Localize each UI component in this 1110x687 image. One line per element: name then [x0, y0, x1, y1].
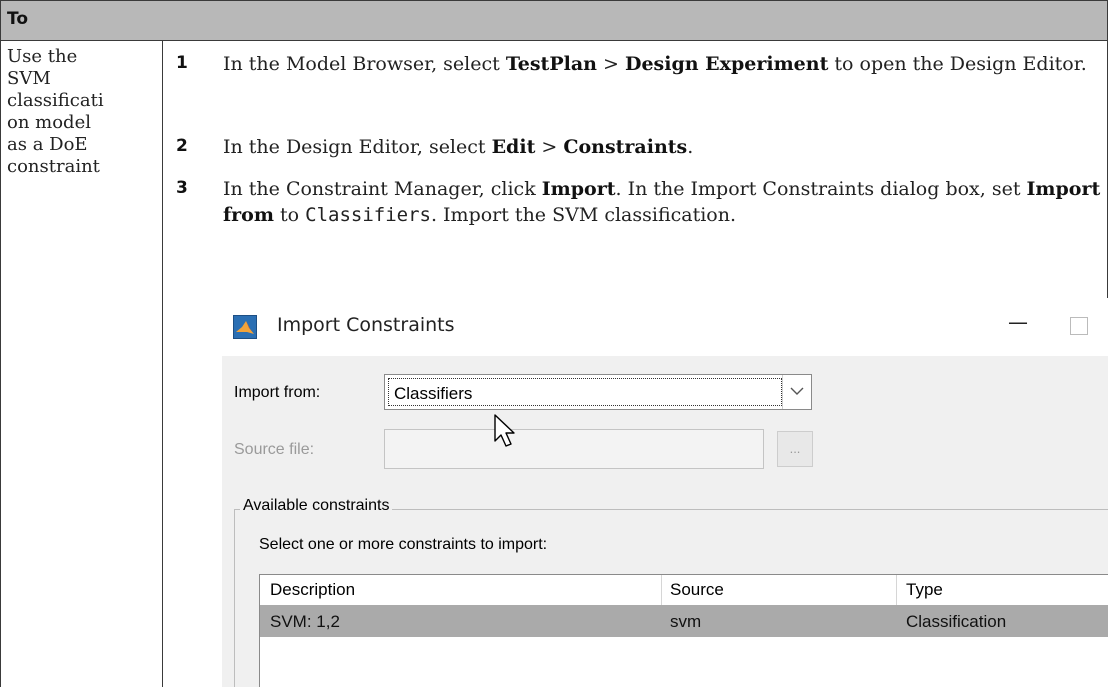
source-file-input[interactable] — [384, 429, 764, 469]
task-line: classificati — [7, 90, 104, 111]
step-text: In the Constraint Manager, click Import.… — [223, 176, 1103, 228]
table-row[interactable]: SVM: 1,2 svm Classification — [260, 605, 1108, 637]
step-text-part: to open the Design Editor. — [828, 53, 1087, 75]
column-separator — [661, 575, 662, 605]
step-number: 1 — [176, 53, 188, 73]
ui-path-constraints: Constraints — [563, 136, 688, 158]
column-header-source[interactable]: Source — [670, 580, 724, 600]
import-from-dropdown[interactable]: Classifiers — [384, 374, 812, 410]
table-header-to: To — [7, 9, 29, 29]
task-cell: Use the SVM classificati on model as a D… — [7, 46, 157, 178]
import-from-value-box[interactable]: Classifiers — [388, 378, 782, 406]
step-number: 2 — [176, 136, 188, 156]
dialog-titlebar: Import Constraints — — [222, 298, 1108, 356]
import-from-value: Classifiers — [394, 384, 473, 403]
minimize-button[interactable]: — — [1008, 310, 1028, 334]
import-from-label: Import from: — [234, 384, 321, 401]
maximize-button[interactable] — [1070, 317, 1088, 335]
ui-path-import: Import — [541, 178, 616, 200]
table-header-row: To — [1, 1, 1107, 41]
column-divider — [162, 41, 163, 687]
group-title: Available constraints — [240, 497, 393, 515]
dropdown-button[interactable] — [782, 375, 811, 409]
step-text: In the Model Browser, select TestPlan > … — [223, 51, 1103, 77]
cell-description: SVM: 1,2 — [270, 612, 340, 631]
step-text-part: In the Design Editor, select — [223, 136, 492, 158]
ui-path-design-experiment: Design Experiment — [624, 53, 829, 75]
ui-path-edit: Edit — [491, 136, 536, 158]
step-text-part: In the Constraint Manager, click — [223, 178, 542, 200]
dialog-title: Import Constraints — [277, 314, 455, 336]
constraints-list[interactable]: Description Source Type SVM: 1,2 svm Cla… — [259, 574, 1108, 687]
source-file-label: Source file: — [234, 441, 315, 458]
browse-button[interactable]: ... — [777, 431, 813, 467]
ui-path-testplan: TestPlan — [505, 53, 597, 75]
step-text-part: to — [273, 204, 306, 226]
task-line: SVM — [7, 68, 51, 89]
step-number: 3 — [176, 178, 188, 198]
step-text-part: . Import the SVM classification. — [430, 204, 737, 226]
instructions-text: Select one or more constraints to import… — [259, 536, 548, 553]
cell-type: Classification — [906, 612, 1007, 631]
task-line: Use the — [7, 46, 78, 67]
column-separator — [896, 575, 897, 605]
list-header: Description Source Type — [260, 575, 1108, 606]
column-header-type[interactable]: Type — [906, 580, 943, 600]
step-text-part: > — [535, 136, 564, 158]
step-text-part: . — [687, 136, 694, 158]
cell-source: svm — [670, 612, 702, 631]
column-header-description[interactable]: Description — [270, 580, 355, 600]
step-text-part: . In the Import Constraints dialog box, … — [615, 178, 1027, 200]
matlab-icon — [233, 315, 257, 339]
task-line: as a DoE — [7, 134, 88, 155]
import-constraints-dialog: Import Constraints — Import from: Classi… — [222, 298, 1108, 687]
chevron-down-icon — [790, 387, 804, 395]
step-text-part: > — [596, 53, 625, 75]
step-text: In the Design Editor, select Edit > Cons… — [223, 134, 1103, 160]
code-classifiers: Classifiers — [305, 204, 431, 226]
step-text-part: In the Model Browser, select — [223, 53, 506, 75]
mouse-pointer-icon — [494, 414, 515, 447]
task-line: on model — [7, 112, 91, 133]
task-line: constraint — [7, 156, 100, 177]
